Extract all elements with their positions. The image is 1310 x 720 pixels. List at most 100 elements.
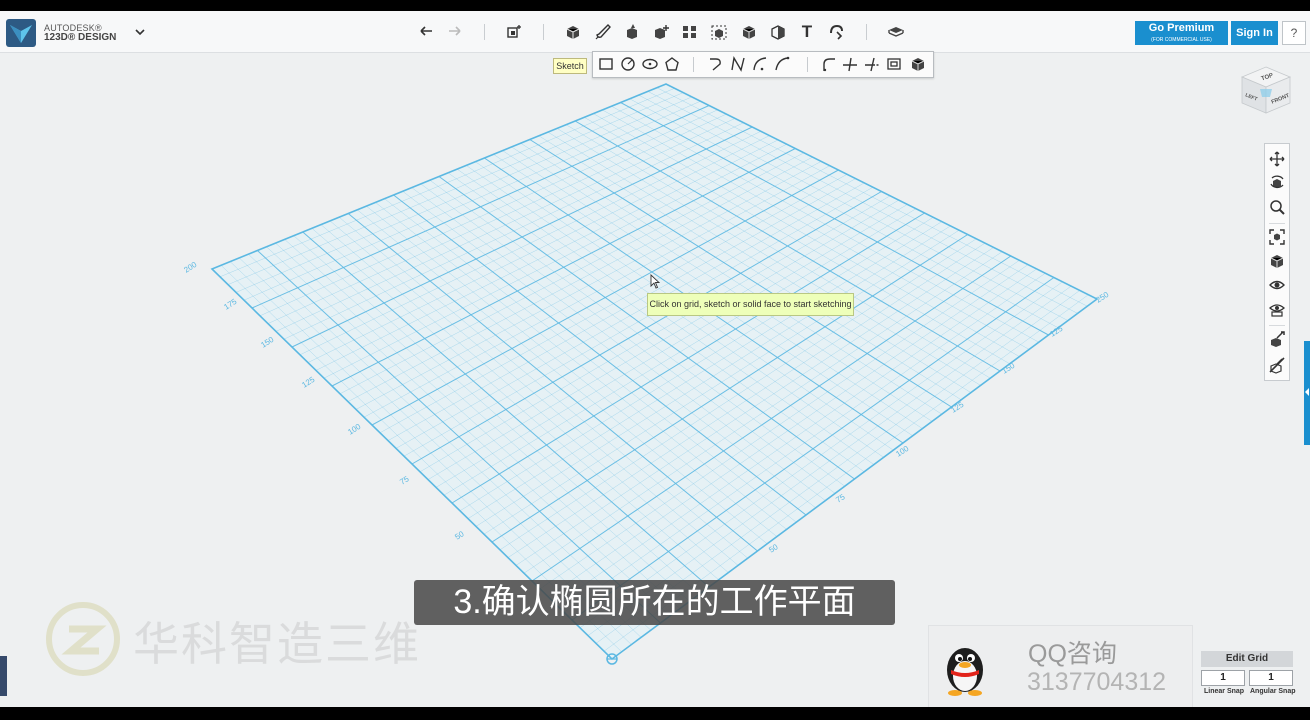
pan-button[interactable] xyxy=(1268,150,1286,168)
measure-button[interactable] xyxy=(768,22,788,42)
edit-grid-button[interactable]: Edit Grid xyxy=(1201,651,1293,667)
mouse-cursor-icon xyxy=(650,274,660,289)
zoom-button[interactable] xyxy=(1268,198,1286,216)
linear-snap-input[interactable]: 1 xyxy=(1201,670,1245,686)
materials-button[interactable] xyxy=(886,22,906,42)
qq-label: QQ咨询 xyxy=(1028,640,1117,668)
pattern-icon xyxy=(683,26,696,38)
angular-snap-label: Angular Snap xyxy=(1250,688,1296,695)
fit-button[interactable] xyxy=(1268,228,1286,246)
right-axis-label: 250 xyxy=(1094,290,1111,305)
help-button[interactable]: ? xyxy=(1282,21,1306,45)
chevron-down-icon[interactable] xyxy=(134,27,146,37)
text-button[interactable]: T xyxy=(797,22,817,42)
orbit-button[interactable] xyxy=(1268,174,1286,192)
sketch-ellipse-button[interactable] xyxy=(641,55,659,73)
go-premium-button[interactable]: Go Premium (FOR COMMERCIAL USE) xyxy=(1135,21,1228,45)
sketch-circle-button[interactable] xyxy=(619,55,637,73)
sketch-polygon-button[interactable] xyxy=(663,55,681,73)
watermark-logo-icon xyxy=(46,602,120,676)
arc-icon xyxy=(753,57,767,71)
left-edge-widget xyxy=(0,656,7,696)
video-subtitle: 3.确认椭圆所在的工作平面 xyxy=(414,580,895,625)
construct-icon xyxy=(627,24,637,39)
sketch-extend-button[interactable] xyxy=(863,55,881,73)
transform-button[interactable] xyxy=(504,22,524,42)
materials-icon xyxy=(888,27,904,37)
hide-icon xyxy=(1269,357,1285,374)
sketch-polyline-button[interactable] xyxy=(707,55,725,73)
trim-icon xyxy=(843,57,857,72)
visibility-button[interactable] xyxy=(1268,276,1286,294)
fit-icon xyxy=(1269,229,1285,245)
snap-button[interactable] xyxy=(826,22,846,42)
project-icon xyxy=(911,58,925,71)
sketch-rectangle-button[interactable] xyxy=(597,55,615,73)
combine-button[interactable] xyxy=(739,22,759,42)
snap-to-grid-button[interactable] xyxy=(1268,330,1286,348)
undo-button[interactable] xyxy=(416,22,436,42)
sketch-two-point-arc-button[interactable] xyxy=(751,55,769,73)
sketch-trim-button[interactable] xyxy=(841,55,859,73)
left-axis-label: 75 xyxy=(398,474,411,487)
qq-penguin-icon xyxy=(947,648,983,696)
modify-button[interactable] xyxy=(651,22,671,42)
undo-icon xyxy=(420,26,432,36)
construct-button[interactable] xyxy=(622,22,642,42)
sketch-fillet-button[interactable] xyxy=(819,55,837,73)
sign-in-button[interactable]: Sign In xyxy=(1231,21,1278,45)
polyline-icon xyxy=(710,58,721,71)
redo-button[interactable] xyxy=(445,22,465,42)
left-axis-label: 100 xyxy=(346,422,363,437)
group-button[interactable] xyxy=(709,22,729,42)
extend-icon xyxy=(865,57,879,72)
spline-icon xyxy=(731,55,745,72)
brand-line2: 123D® DESIGN xyxy=(44,32,117,43)
perspective-icon xyxy=(1270,255,1284,268)
linear-snap-label: Linear Snap xyxy=(1204,688,1245,695)
chevron-left-icon xyxy=(1305,388,1309,396)
left-axis-label: 200 xyxy=(182,260,199,275)
watermark-text: 华科智造三维 xyxy=(133,618,421,670)
group-icon xyxy=(711,25,727,40)
snap-magnet-icon xyxy=(830,24,843,40)
sketch-pencil-icon xyxy=(595,24,611,40)
material-view-button[interactable] xyxy=(1268,300,1286,318)
left-axis-label: 150 xyxy=(259,335,276,350)
hide-sketches-button[interactable] xyxy=(1268,356,1286,374)
right-axis-label: 75 xyxy=(834,492,847,505)
fillet-icon xyxy=(823,58,835,72)
box-icon xyxy=(566,26,580,39)
sketch-three-point-arc-button[interactable] xyxy=(773,55,791,73)
transform-icon xyxy=(507,25,521,38)
polygon-icon xyxy=(665,57,679,71)
sketch-spline-button[interactable] xyxy=(729,55,747,73)
material-view-icon xyxy=(1269,304,1285,317)
view-cube[interactable]: TOP LEFT FRONT xyxy=(1236,61,1296,123)
qq-number: 3137704312 xyxy=(1027,668,1167,696)
pattern-button[interactable] xyxy=(680,22,700,42)
sketch-hint-tooltip: Click on grid, sketch or solid face to s… xyxy=(647,293,854,316)
left-axis-label: 175 xyxy=(222,297,239,312)
snap-tool-icon xyxy=(1271,331,1285,347)
eye-icon xyxy=(1269,280,1285,290)
sketch-offset-button[interactable] xyxy=(885,55,903,73)
zoom-icon xyxy=(1270,200,1285,215)
pan-icon xyxy=(1269,151,1285,167)
premium-sub-label: (FOR COMMERCIAL USE) xyxy=(1151,37,1212,43)
primitives-button[interactable] xyxy=(563,22,583,42)
combine-icon xyxy=(742,26,756,39)
left-axis-label: 50 xyxy=(453,529,466,542)
perspective-button[interactable] xyxy=(1268,252,1286,270)
angular-snap-input[interactable]: 1 xyxy=(1249,670,1293,686)
sketch-tooltip: Sketch xyxy=(553,58,587,74)
sketch-subtoolbar xyxy=(592,51,934,78)
premium-label: Go Premium xyxy=(1148,22,1215,34)
modify-icon xyxy=(655,25,669,39)
sketch-project-button[interactable] xyxy=(909,55,927,73)
sketch-button[interactable] xyxy=(593,22,613,42)
left-axis-label: 125 xyxy=(300,375,317,390)
app-logo-icon[interactable] xyxy=(6,19,36,47)
ellipse-icon xyxy=(642,58,658,70)
three-point-arc-icon xyxy=(775,56,790,71)
